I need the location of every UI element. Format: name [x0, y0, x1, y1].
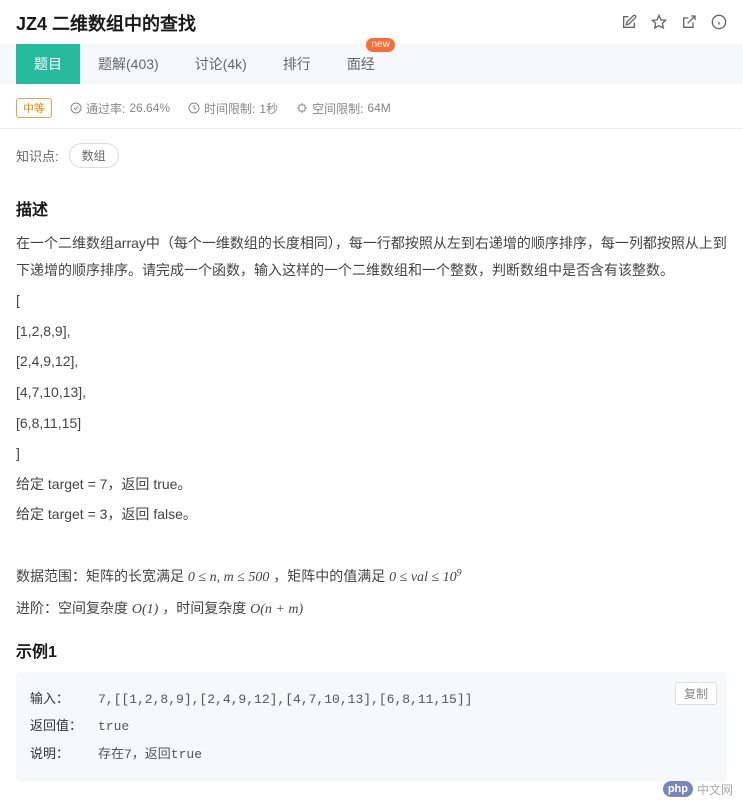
given-1: 给定 target = 7，返回 true。 — [16, 471, 727, 498]
tab-interview[interactable]: 面经 new — [329, 44, 393, 84]
matrix-line: [ — [16, 287, 727, 314]
meta-row: 中等 通过率: 26.64% 时间限制: 1秒 空间限制: 64M — [0, 84, 743, 129]
input-label: 输入： — [30, 688, 86, 711]
advance-line: 进阶：空间复杂度 O(1) ，时间复杂度 O(n + m) — [16, 595, 727, 624]
example-box: 复制 输入： 7,[[1,2,8,9],[2,4,9,12],[4,7,10,1… — [16, 672, 727, 782]
tab-discuss[interactable]: 讨论(4k) — [177, 44, 265, 84]
example-heading: 示例1 — [16, 638, 727, 662]
return-value: true — [98, 715, 129, 738]
desc-para: 在一个二维数组array中（每个一维数组的长度相同），每一行都按照从左到右递增的… — [16, 230, 727, 283]
matrix-line: [2,4,9,12], — [16, 348, 727, 375]
tab-rank[interactable]: 排行 — [265, 44, 329, 84]
info-icon[interactable] — [711, 14, 727, 33]
check-circle-icon — [70, 102, 82, 114]
difficulty-badge: 中等 — [16, 98, 52, 118]
time-limit: 时间限制: 1秒 — [188, 100, 278, 117]
description-body: 在一个二维数组array中（每个一维数组的长度相同），每一行都按照从左到右递增的… — [16, 230, 727, 624]
input-value: 7,[[1,2,8,9],[2,4,9,12],[4,7,10,13],[6,8… — [98, 688, 472, 711]
matrix-line: ] — [16, 440, 727, 467]
page-title: JZ4 二维数组中的查找 — [16, 10, 196, 36]
tab-bar: 题目 题解(403) 讨论(4k) 排行 面经 new — [0, 44, 743, 84]
return-label: 返回值： — [30, 715, 86, 738]
note-label: 说明： — [30, 743, 86, 766]
memory-limit: 空间限制: 64M — [296, 100, 391, 117]
star-icon[interactable] — [651, 14, 667, 33]
data-range: 数据范围：矩阵的长宽满足 0 ≤ n, m ≤ 500 ，矩阵中的值满足 0 ≤… — [16, 563, 727, 592]
share-icon[interactable] — [681, 14, 697, 33]
tag-array[interactable]: 数组 — [69, 143, 119, 168]
copy-button[interactable]: 复制 — [675, 682, 717, 705]
tab-solutions[interactable]: 题解(403) — [80, 44, 177, 84]
tags-row: 知识点: 数组 — [0, 129, 743, 182]
tab-interview-label: 面经 — [347, 56, 375, 72]
given-2: 给定 target = 3，返回 false。 — [16, 501, 727, 528]
new-badge: new — [366, 38, 394, 52]
pass-rate: 通过率: 26.64% — [70, 100, 170, 117]
header-icon-group — [621, 14, 727, 33]
tags-label: 知识点: — [16, 146, 59, 165]
content-area: 描述 在一个二维数组array中（每个一维数组的长度相同），每一行都按照从左到右… — [0, 196, 743, 802]
matrix-line: [6,8,11,15] — [16, 410, 727, 437]
note-value: 存在7，返回true — [98, 743, 202, 766]
matrix-line: [1,2,8,9], — [16, 318, 727, 345]
clock-icon — [188, 102, 200, 114]
tab-problem[interactable]: 题目 — [16, 44, 80, 84]
chip-icon — [296, 102, 308, 114]
matrix-line: [4,7,10,13], — [16, 379, 727, 406]
description-heading: 描述 — [16, 196, 727, 220]
edit-icon[interactable] — [621, 14, 637, 33]
